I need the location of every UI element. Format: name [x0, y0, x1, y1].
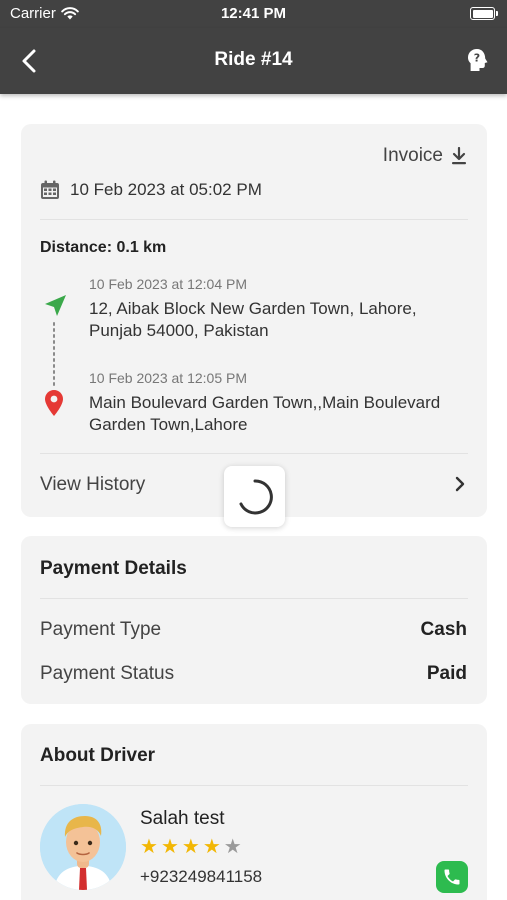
payment-section-title: Payment Details: [40, 558, 187, 579]
driver-avatar: [40, 804, 126, 890]
payment-status-value: Paid: [426, 663, 467, 684]
map-pin-icon: [45, 390, 63, 416]
route-connector: [53, 322, 55, 388]
spinner-icon: [239, 478, 273, 514]
payment-type-label: Payment Type: [40, 619, 162, 640]
about-driver-card: About Driver Salah test ★ ★ ★ ★ ★ +92324…: [21, 724, 487, 900]
battery-icon: [470, 7, 498, 20]
divider: [40, 219, 468, 220]
divider: [40, 453, 468, 454]
divider: [40, 785, 468, 786]
ride-distance: Distance: 0.1 km: [40, 239, 167, 256]
ride-datetime: 10 Feb 2023 at 05:02 PM: [70, 180, 262, 199]
status-time: 12:41 PM: [220, 5, 287, 22]
status-bar: Carrier 12:41 PM: [0, 0, 507, 28]
invoice-label: Invoice: [382, 145, 443, 166]
star-filled-icon: ★: [181, 836, 200, 858]
star-empty-icon: ★: [223, 836, 242, 858]
dropoff-address: Main Boulevard Garden Town,,Main Bouleva…: [89, 393, 441, 434]
payment-details-card: Payment Details Payment Type Cash Paymen…: [21, 536, 487, 704]
star-filled-icon: ★: [160, 836, 179, 858]
navigation-arrow-icon: [45, 295, 66, 316]
payment-status-label: Payment Status: [40, 663, 175, 684]
driver-name: Salah test: [140, 808, 225, 829]
download-icon: [452, 147, 466, 165]
payment-type-value: Cash: [420, 619, 467, 640]
ride-summary-card: Invoice 10 Feb 2023 at 05:02 PM Distance…: [21, 124, 487, 517]
star-filled-icon: ★: [202, 836, 221, 858]
view-history-label: View History: [40, 474, 146, 495]
driver-phone: +923249841158: [140, 867, 263, 886]
phone-icon: [444, 869, 460, 885]
star-filled-icon: ★: [140, 836, 158, 858]
calendar-icon: [41, 180, 59, 199]
loading-spinner: [224, 466, 285, 527]
driver-section-title: About Driver: [40, 745, 156, 766]
dropoff-time: 10 Feb 2023 at 12:05 PM: [89, 370, 247, 386]
pickup-time: 10 Feb 2023 at 12:04 PM: [89, 276, 247, 292]
svg-text:?: ?: [474, 52, 480, 65]
call-driver-button[interactable]: [436, 861, 468, 893]
ride-datetime-row: 10 Feb 2023 at 05:02 PM: [40, 180, 262, 200]
chevron-right-icon: [455, 476, 465, 492]
navigation-bar: Ride #14 ?: [0, 28, 507, 94]
divider: [40, 598, 468, 599]
driver-rating: ★ ★ ★ ★ ★: [140, 837, 242, 857]
help-button[interactable]: ?: [467, 48, 489, 72]
driver-avatar-illustration: [40, 804, 126, 890]
head-question-icon: ?: [468, 49, 488, 71]
invoice-button[interactable]: Invoice: [383, 145, 467, 167]
pickup-address: 12, Aibak Block New Garden Town, Lahore,…: [89, 299, 417, 340]
page-title: Ride #14: [214, 49, 293, 70]
